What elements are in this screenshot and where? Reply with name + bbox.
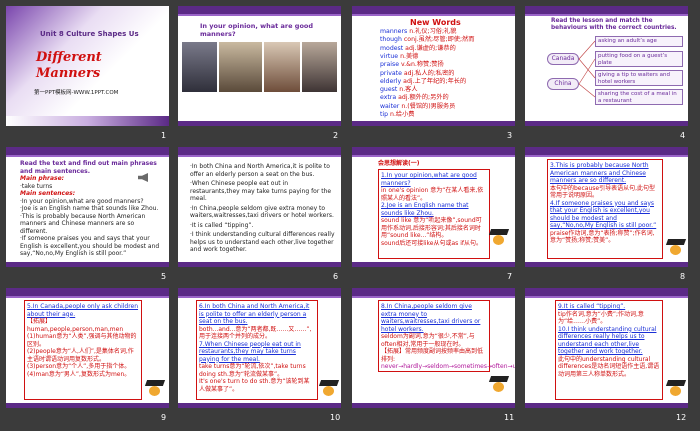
slide-number: 8 [680,272,686,281]
slide-7-head: 会思想解读(一) [378,160,420,167]
match-lines [578,40,596,98]
slide-10-content-box: 6.In both China and North America,it is … [196,300,318,400]
word-zh: n.美德 [400,52,419,60]
word-zh: n.(餐馆的)男服务员 [401,102,456,110]
slide-2-photo [182,42,337,92]
slide-1-site: 第一PPT模板网-WWW.1PPT.COM [34,90,119,96]
slide-12-content-box: 9.It is called “tipping”. tip作名词,意为“小费”;… [555,300,663,400]
slide-9-content-box: 5.In Canada,people only ask children abo… [24,300,142,400]
word-zh: adj.谦虚的;谦恭的 [405,44,456,52]
slide-6-body: ·In both China and North America,it is p… [190,163,335,253]
slide-6[interactable]: ·In both China and North America,it is p… [178,147,341,267]
word-en: manners [380,28,408,35]
slide-1-title: Different Manners [36,50,102,82]
slide-3[interactable]: New Words manners n.礼仪;习俗;礼貌 though conj… [352,6,515,126]
teacher-hat-icon [488,376,510,394]
word-zh: conj.虽然;尽管;即使;然而 [403,36,475,44]
slide-4[interactable]: Read the lesson and match the behaviours… [525,6,688,126]
word-en: elderly [380,77,402,85]
word-en: praise [380,61,400,69]
slide-11[interactable]: 8.In China,people seldom give extra mone… [352,288,515,408]
word-zh: adj.额外的;另外的 [398,94,449,102]
slide-1[interactable]: Unit 8 Culture Shapes Us Different Manne… [6,6,169,126]
slide-8[interactable]: 3.This is probably because North America… [525,147,688,267]
word-en: private [380,69,402,77]
teacher-hat-icon [665,239,687,257]
word-en: virtue [380,52,399,60]
slide-9[interactable]: 5.In Canada,people only ask children abo… [6,288,169,408]
word-en: tip [380,111,389,118]
slide-number: 6 [333,272,339,281]
teacher-hat-icon [318,380,340,398]
word-en: guest [380,86,398,94]
slide-number: 5 [161,272,167,281]
slide-11-content-box: 8.In China,people seldom give extra mone… [378,300,515,372]
word-en: modest [380,44,404,52]
slide-number: 7 [507,272,513,281]
slide-5-body: Read the text and find out main phrases … [20,160,160,257]
word-en: though [380,36,402,44]
slide-1-unit: Unit 8 Culture Shapes Us [40,30,139,38]
slide-3-word-list: manners n.礼仪;习俗;礼貌 though conj.虽然;尽管;即使;… [380,28,510,120]
slide-sorter-grid: Unit 8 Culture Shapes Us Different Manne… [0,0,700,431]
slide-number: 12 [676,413,687,422]
teacher-hat-icon [488,229,510,247]
word-en: extra [380,94,397,102]
slide-8-content-box: 3.This is probably because North America… [547,159,663,259]
slide-number: 3 [507,131,513,140]
word-zh: n.给小费 [390,111,415,118]
slide-3-title: New Words [410,18,461,27]
slide-7[interactable]: 会思想解读(一) 1.In your opinion,what are good… [352,147,515,267]
word-en: waiter [380,102,400,110]
word-zh: adj.私人的;私密的 [403,69,455,77]
teacher-hat-icon [144,380,166,398]
slide-number: 10 [330,413,341,422]
slide-number: 1 [161,131,167,140]
slide-2-question: In your opinion, what are good manners? [200,22,314,39]
slide-number: 11 [504,413,515,422]
slide-number: 2 [333,131,339,140]
slide-1-bottom-bar [6,116,169,126]
word-zh: v.&n.称赞;赞扬 [400,61,444,69]
word-zh: n.礼仪;习俗;礼貌 [409,28,457,35]
slide-number: 9 [161,413,167,422]
slide-10[interactable]: 6.In both China and North America,it is … [178,288,341,408]
slide-2[interactable]: In your opinion, what are good manners? [178,6,341,126]
slide-2-top-bar [178,6,341,14]
slide-7-content-box: 1.In your opinion,what are good manners?… [378,169,490,259]
slide-5[interactable]: Read the text and find out main phrases … [6,147,169,267]
word-zh: adj.上了年纪的;年长的 [403,77,467,85]
teacher-hat-icon [665,380,687,398]
word-zh: n.客人 [399,86,418,94]
slide-number: 4 [680,131,686,140]
slide-12[interactable]: 9.It is called “tipping”. tip作名词,意为“小费”;… [525,288,688,408]
